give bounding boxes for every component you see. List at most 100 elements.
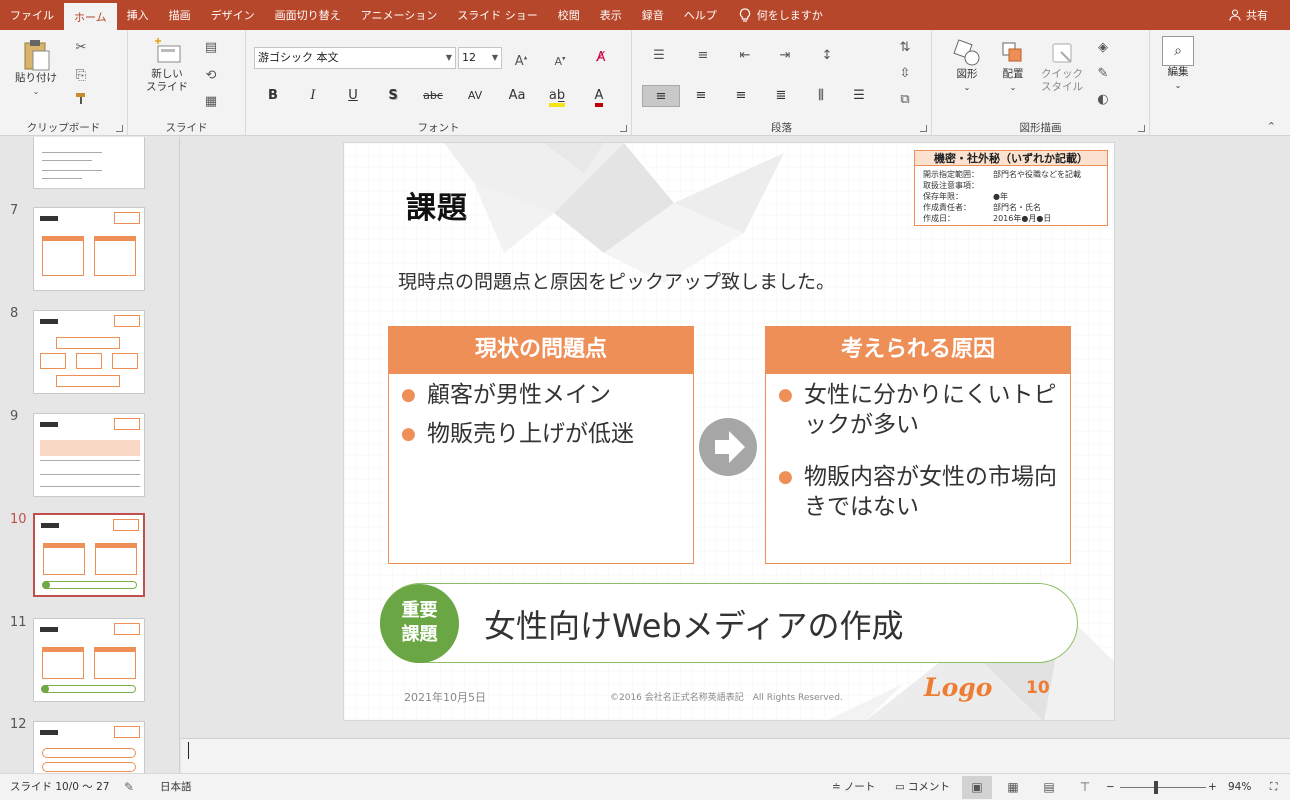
zoom-in-button[interactable]: +: [1208, 774, 1217, 800]
notes-pane[interactable]: [181, 738, 1290, 773]
font-launcher[interactable]: [620, 125, 627, 132]
copy-button[interactable]: ⎘: [70, 66, 92, 86]
collapse-ribbon-icon[interactable]: ⌃: [1267, 120, 1276, 133]
shapes-button[interactable]: 図形 ⌄: [944, 38, 990, 94]
change-case-button[interactable]: Aa: [504, 85, 530, 107]
tab-file[interactable]: ファイル: [0, 0, 64, 30]
tab-help[interactable]: ヘルプ: [674, 0, 727, 30]
spellcheck-icon[interactable]: ✎: [124, 774, 134, 800]
tab-slideshow[interactable]: スライド ショー: [447, 0, 548, 30]
numbering-button[interactable]: ≡: [692, 46, 714, 66]
share-button[interactable]: 共有: [1229, 0, 1268, 30]
slide-sorter-button[interactable]: ▦: [998, 776, 1028, 799]
slide-thumbnail-7[interactable]: [33, 207, 145, 291]
thumbnail-pane[interactable]: 7 8 9 10 11 12: [0, 137, 180, 773]
tab-design[interactable]: デザイン: [201, 0, 265, 30]
layout-button[interactable]: ▤: [200, 38, 222, 58]
slide-thumbnail-10[interactable]: [33, 513, 145, 597]
format-painter-button[interactable]: [70, 92, 92, 112]
zoom-slider[interactable]: [1120, 787, 1206, 788]
slide-title[interactable]: 課題: [406, 183, 468, 227]
notes-button[interactable]: ≐ ノート: [832, 774, 875, 800]
cut-button[interactable]: ✂: [70, 38, 92, 58]
shrink-font-button[interactable]: A▾: [549, 48, 571, 68]
shape-effects-button[interactable]: ◐: [1092, 90, 1114, 110]
distributed-button[interactable]: ☰: [846, 85, 872, 107]
justify-button[interactable]: ≣: [768, 85, 794, 107]
clear-format-button[interactable]: A̸: [590, 48, 612, 68]
new-slide-button[interactable]: 新しい スライド: [142, 38, 192, 94]
slide-thumbnail-8[interactable]: [33, 310, 145, 394]
fit-to-window-icon[interactable]: ⛶: [1270, 774, 1277, 800]
line-spacing-button[interactable]: ↕: [816, 46, 838, 66]
tab-view[interactable]: 表示: [590, 0, 632, 30]
footer-date[interactable]: 2021年10月5日: [404, 689, 486, 705]
tab-draw[interactable]: 描画: [159, 0, 201, 30]
list-item: ● 顧客が男性メイン: [401, 382, 611, 408]
decrease-indent-button[interactable]: ⇤: [734, 46, 756, 66]
bullets-button[interactable]: ☰: [648, 46, 670, 66]
highlight-button[interactable]: ab̲: [544, 85, 570, 107]
logo[interactable]: Logo: [924, 673, 992, 702]
problems-box[interactable]: 現状の問題点 ● 顧客が男性メイン ● 物販売り上げが低迷: [388, 326, 694, 564]
shape-fill-button[interactable]: ◈: [1092, 38, 1114, 58]
section-button[interactable]: ▦: [200, 92, 222, 112]
right-arrow-icon[interactable]: [699, 418, 757, 476]
zoom-level[interactable]: 94%: [1228, 774, 1251, 800]
shape-outline-button[interactable]: ✎: [1092, 64, 1114, 84]
slide-thumbnail-11[interactable]: [33, 618, 145, 702]
font-name-select[interactable]: 游ゴシック 本文 ▼: [254, 47, 456, 69]
tab-animations[interactable]: アニメーション: [351, 0, 448, 30]
smartart-button[interactable]: ⧉: [894, 90, 916, 110]
arrange-button[interactable]: 配置 ⌄: [990, 38, 1036, 94]
confidential-box[interactable]: 機密・社外秘（いずれか記載） 開示指定範囲： 部門名や役職などを記載 取扱注意事項…: [914, 150, 1108, 226]
lead-text[interactable]: 現時点の問題点と原因をピックアップ致しました。: [398, 267, 835, 294]
strikethrough-button[interactable]: abc: [420, 85, 446, 107]
page-number[interactable]: 10: [1026, 678, 1050, 698]
tab-transitions[interactable]: 画面切り替え: [265, 0, 351, 30]
font-size-select[interactable]: 12 ▼: [458, 47, 502, 69]
slide-thumbnail-12[interactable]: [33, 721, 145, 773]
grow-font-button[interactable]: A▴: [510, 48, 532, 69]
slide-thumbnail-9[interactable]: [33, 413, 145, 497]
align-left-button[interactable]: ≡: [642, 85, 680, 107]
format-painter-icon: [76, 93, 85, 104]
zoom-out-button[interactable]: −: [1106, 774, 1115, 800]
zoom-slider-thumb[interactable]: [1154, 781, 1158, 794]
tab-insert[interactable]: 挿入: [117, 0, 159, 30]
underline-button[interactable]: U: [340, 85, 366, 107]
paste-button[interactable]: 貼り付け ⌄: [14, 38, 58, 98]
tab-review[interactable]: 校閲: [548, 0, 590, 30]
reset-button[interactable]: ⟲: [200, 66, 222, 86]
bold-button[interactable]: B: [260, 85, 286, 107]
normal-view-button[interactable]: ▣: [962, 776, 992, 799]
language-indicator[interactable]: 日本語: [160, 774, 192, 800]
slide-thumbnail[interactable]: [33, 137, 145, 189]
align-center-button[interactable]: ≡: [688, 85, 714, 107]
tab-home[interactable]: ホーム: [64, 3, 117, 30]
paragraph-launcher[interactable]: [920, 125, 927, 132]
footer-copyright[interactable]: ©2016 会社名正式名称英語表記 All Rights Reserved.: [610, 690, 843, 703]
shadow-button[interactable]: S: [380, 85, 406, 107]
slide-canvas[interactable]: 課題 機密・社外秘（いずれか記載） 開示指定範囲： 部門名や役職などを記載 取扱注…: [343, 142, 1115, 721]
tab-record[interactable]: 録音: [632, 0, 674, 30]
clipboard-launcher[interactable]: [116, 125, 123, 132]
char-spacing-button[interactable]: AV: [462, 85, 488, 107]
text-direction-button[interactable]: ⇅: [894, 38, 916, 58]
align-right-button[interactable]: ≡: [728, 85, 754, 107]
reading-view-button[interactable]: ▤: [1034, 776, 1064, 799]
comments-button[interactable]: ▭ コメント: [895, 774, 950, 800]
italic-button[interactable]: I: [300, 85, 326, 107]
font-color-button[interactable]: A: [586, 85, 612, 107]
slideshow-view-button[interactable]: ⊤: [1070, 776, 1100, 799]
editing-button[interactable]: ⌕ 編集 ⌄: [1158, 36, 1198, 92]
slide-editor[interactable]: 課題 機密・社外秘（いずれか記載） 開示指定範囲： 部門名や役職などを記載 取扱注…: [181, 137, 1290, 737]
tell-me-box[interactable]: 何をしますか: [739, 0, 823, 30]
key-issue-text[interactable]: 女性向けWebメディアの作成: [484, 601, 904, 647]
increase-indent-button[interactable]: ⇥: [774, 46, 796, 66]
columns-button[interactable]: ⫼: [808, 85, 834, 107]
causes-box[interactable]: 考えられる原因 ● 女性に分かりにくいトピックが多い ● 物販内容が女性の市場向きで…: [765, 326, 1071, 564]
align-text-button[interactable]: ⇳: [894, 64, 916, 84]
quick-styles-button[interactable]: クイック スタイル: [1036, 38, 1088, 94]
drawing-launcher[interactable]: [1138, 125, 1145, 132]
